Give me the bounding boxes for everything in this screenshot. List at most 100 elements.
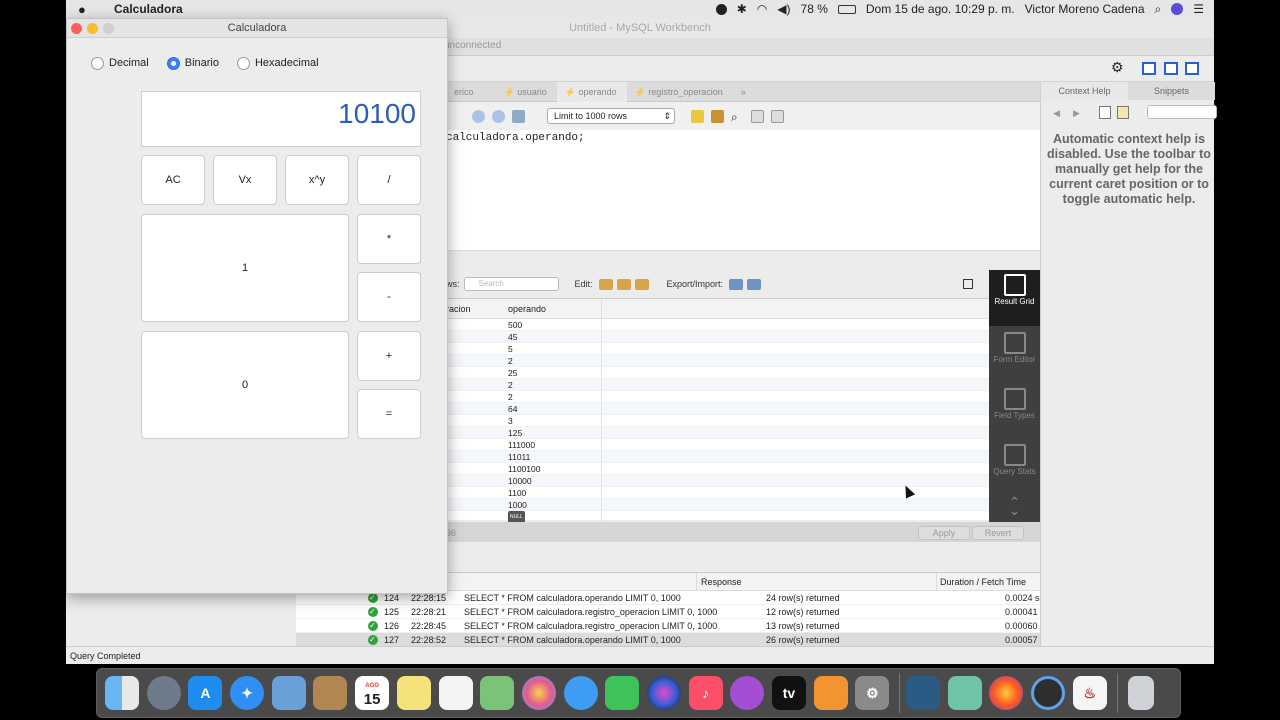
facetime-icon[interactable] — [605, 676, 640, 710]
notes-icon[interactable] — [396, 676, 431, 710]
tab-erico[interactable]: erico — [446, 82, 484, 102]
apple-tv-icon[interactable]: tv — [772, 676, 806, 710]
table-row[interactable]: 45 — [446, 331, 989, 343]
operando-cell[interactable]: 2 — [508, 379, 513, 391]
digit-zero-button[interactable]: 0 — [141, 331, 349, 439]
divide-button[interactable]: / — [357, 155, 421, 205]
back-icon[interactable]: ◀ — [1053, 108, 1060, 119]
edit-row-icon[interactable] — [598, 278, 613, 290]
table-row[interactable]: 3 — [446, 415, 989, 427]
minimize-window-icon[interactable] — [87, 23, 98, 34]
photos-icon[interactable] — [521, 676, 556, 710]
mysql-workbench-icon[interactable] — [906, 676, 941, 710]
import-icon[interactable] — [747, 278, 762, 290]
grid-header-col-racion[interactable]: racion — [446, 304, 471, 314]
operando-cell[interactable]: 2 — [508, 391, 513, 403]
calendar-icon[interactable]: AGO 15 — [355, 676, 390, 710]
settings-gear-icon[interactable]: ⚙ — [1111, 59, 1124, 76]
operando-cell[interactable]: 25 — [508, 367, 517, 379]
close-window-icon[interactable] — [71, 23, 82, 34]
add-row-icon[interactable] — [616, 278, 631, 290]
form-editor-tab[interactable]: Form Editor — [989, 328, 1040, 382]
beautify-icon[interactable] — [691, 109, 704, 123]
wrap-icon[interactable] — [771, 109, 784, 123]
table-row[interactable]: 1000 — [446, 499, 989, 511]
siri-icon[interactable] — [1171, 3, 1184, 15]
equals-button[interactable]: = — [357, 389, 421, 439]
brush-icon[interactable] — [711, 109, 724, 123]
table-row[interactable]: 2 — [446, 391, 989, 403]
user-name[interactable]: Victor Moreno Cadena — [1025, 2, 1145, 16]
reminders-icon[interactable] — [438, 676, 473, 710]
operando-cell[interactable]: 1100100 — [508, 463, 540, 475]
wifi-icon[interactable]: ◠ — [757, 2, 767, 16]
result-grid-tab[interactable]: Result Grid — [989, 270, 1040, 326]
app-store-icon[interactable]: A — [188, 676, 223, 710]
power-button[interactable]: x^y — [285, 155, 349, 205]
digit-one-button[interactable]: 1 — [141, 214, 349, 322]
tab-operando[interactable]: ⚡ operando — [556, 81, 627, 102]
query-stats-tab[interactable]: Query Stats — [989, 440, 1040, 494]
table-row[interactable]: 11011 — [446, 451, 989, 463]
toggle-output-icon[interactable] — [1164, 62, 1178, 75]
quicktime-icon[interactable] — [1031, 676, 1066, 710]
table-row[interactable]: 111000 — [446, 439, 989, 451]
clock[interactable]: Dom 15 de ago. 10:29 p. m. — [866, 2, 1015, 16]
java-app-icon[interactable]: ♨ — [1072, 676, 1107, 710]
mode-binario[interactable]: Binario — [166, 56, 219, 70]
zoom-window-icon[interactable] — [103, 23, 114, 34]
ac-button[interactable]: AC — [141, 155, 205, 205]
music-icon[interactable]: ♪ — [688, 676, 723, 710]
output-splitter[interactable] — [446, 542, 1040, 572]
apply-button[interactable]: Apply — [918, 526, 970, 540]
operando-cell[interactable]: 45 — [508, 331, 517, 343]
maps-icon[interactable] — [480, 676, 515, 710]
bluetooth-icon[interactable]: ✱ — [737, 2, 747, 16]
table-row[interactable]: 64 — [446, 403, 989, 415]
toggle-sidebar-icon[interactable] — [1142, 62, 1156, 75]
limit-rows-select[interactable]: Limit to 1000 rows — [547, 108, 675, 124]
field-types-tab[interactable]: Field Types — [989, 384, 1040, 438]
grid-header-col-operando[interactable]: operando — [508, 304, 546, 314]
operando-cell[interactable]: 125 — [508, 427, 522, 439]
subtract-button[interactable]: - — [357, 272, 421, 322]
tab-context-help[interactable]: Context Help — [1041, 82, 1128, 100]
volume-icon[interactable]: ◀) — [777, 2, 790, 16]
preview-icon[interactable] — [271, 676, 306, 710]
table-row[interactable]: 2 — [446, 355, 989, 367]
finder-icon[interactable] — [105, 676, 139, 710]
more-tabs-icon[interactable]: » — [733, 82, 756, 102]
output-row[interactable]: 126 22:28:45 SELECT * FROM calculadora.reg… — [296, 619, 1097, 633]
auto-help-icon[interactable] — [1117, 106, 1129, 119]
podcasts-icon[interactable] — [730, 676, 765, 710]
battery-percentage[interactable]: 78 % — [801, 2, 828, 16]
connection-tab[interactable]: unconnected — [444, 40, 501, 51]
messages-icon[interactable] — [563, 676, 598, 710]
safari-icon[interactable]: ✦ — [230, 676, 265, 710]
table-row[interactable]: 25 — [446, 367, 989, 379]
operando-cell[interactable]: 64 — [508, 403, 517, 415]
tab-snippets[interactable]: Snippets — [1128, 82, 1215, 100]
operando-cell[interactable]: 1100 — [508, 487, 526, 499]
record-icon[interactable] — [715, 3, 727, 15]
help-search-input[interactable] — [1147, 105, 1217, 119]
forward-icon[interactable]: ▶ — [1073, 108, 1080, 119]
delete-row-icon[interactable] — [634, 278, 649, 290]
editor-splitter[interactable] — [446, 250, 1040, 270]
toggle-panel-icon[interactable] — [963, 279, 973, 289]
operando-cell[interactable]: 3 — [508, 415, 513, 427]
sqrt-button[interactable]: Vx — [213, 155, 277, 205]
sql-editor[interactable]: calculadora.operando; — [446, 130, 1040, 250]
add-button[interactable]: + — [357, 331, 421, 381]
multiply-button[interactable]: * — [357, 214, 421, 264]
revert-button[interactable]: Revert — [972, 526, 1024, 540]
output-header-response[interactable]: Response — [701, 577, 742, 587]
firefox-icon[interactable] — [989, 676, 1024, 710]
output-header-duration[interactable]: Duration / Fetch Time — [940, 577, 1026, 587]
tab-registro-operacion[interactable]: ⚡ registro_operacion — [627, 82, 733, 102]
table-row[interactable]: 125 — [446, 427, 989, 439]
operando-cell[interactable]: 5 — [508, 343, 513, 355]
operando-cell[interactable]: 10000 — [508, 475, 532, 487]
manual-help-icon[interactable] — [1099, 106, 1111, 119]
apple-menu-icon[interactable]: ● — [78, 2, 96, 17]
